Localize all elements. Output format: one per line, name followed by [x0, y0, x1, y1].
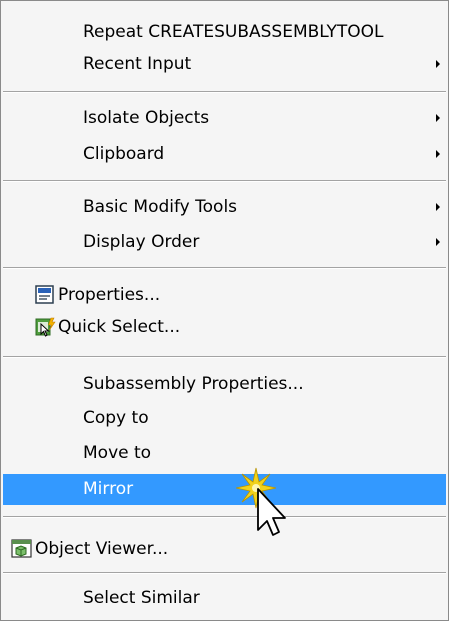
submenu-arrow-icon — [436, 150, 440, 158]
menu-separator — [3, 356, 446, 358]
submenu-arrow-icon — [436, 238, 440, 246]
menu-item-mirror[interactable]: Mirror — [3, 474, 446, 505]
menu-item-basic-modify-tools[interactable]: Basic Modify Tools — [3, 192, 446, 222]
mouse-pointer-icon — [236, 467, 286, 536]
menu-item-clipboard[interactable]: Clipboard — [3, 139, 446, 169]
submenu-arrow-icon — [436, 60, 440, 68]
menu-separator — [3, 572, 446, 574]
menu-separator — [3, 516, 446, 518]
menu-item-move-to[interactable]: Move to — [3, 438, 446, 468]
menu-separator — [3, 91, 446, 93]
menu-item-repeat-createsubassemblytool[interactable]: Repeat CREATESUBASSEMBLYTOOL — [3, 17, 446, 47]
quick-select-icon — [35, 317, 56, 337]
menu-item-display-order[interactable]: Display Order — [3, 227, 446, 257]
context-menu: Repeat CREATESUBASSEMBLYTOOL Recent Inpu… — [0, 0, 449, 621]
submenu-arrow-icon — [436, 114, 440, 122]
menu-separator — [3, 267, 446, 269]
menu-item-properties[interactable]: Properties... — [3, 280, 446, 310]
menu-item-quick-select[interactable]: Quick Select... — [3, 312, 446, 342]
menu-item-isolate-objects[interactable]: Isolate Objects — [3, 103, 446, 133]
submenu-arrow-icon — [436, 203, 440, 211]
menu-separator — [3, 180, 446, 182]
menu-item-subassembly-properties[interactable]: Subassembly Properties... — [3, 369, 446, 399]
menu-item-object-viewer[interactable]: Object Viewer... — [3, 534, 446, 564]
menu-item-copy-to[interactable]: Copy to — [3, 403, 446, 433]
object-viewer-icon — [11, 539, 32, 558]
menu-item-recent-input[interactable]: Recent Input — [3, 49, 446, 79]
menu-item-select-similar[interactable]: Select Similar — [3, 583, 446, 613]
properties-icon — [35, 285, 54, 304]
